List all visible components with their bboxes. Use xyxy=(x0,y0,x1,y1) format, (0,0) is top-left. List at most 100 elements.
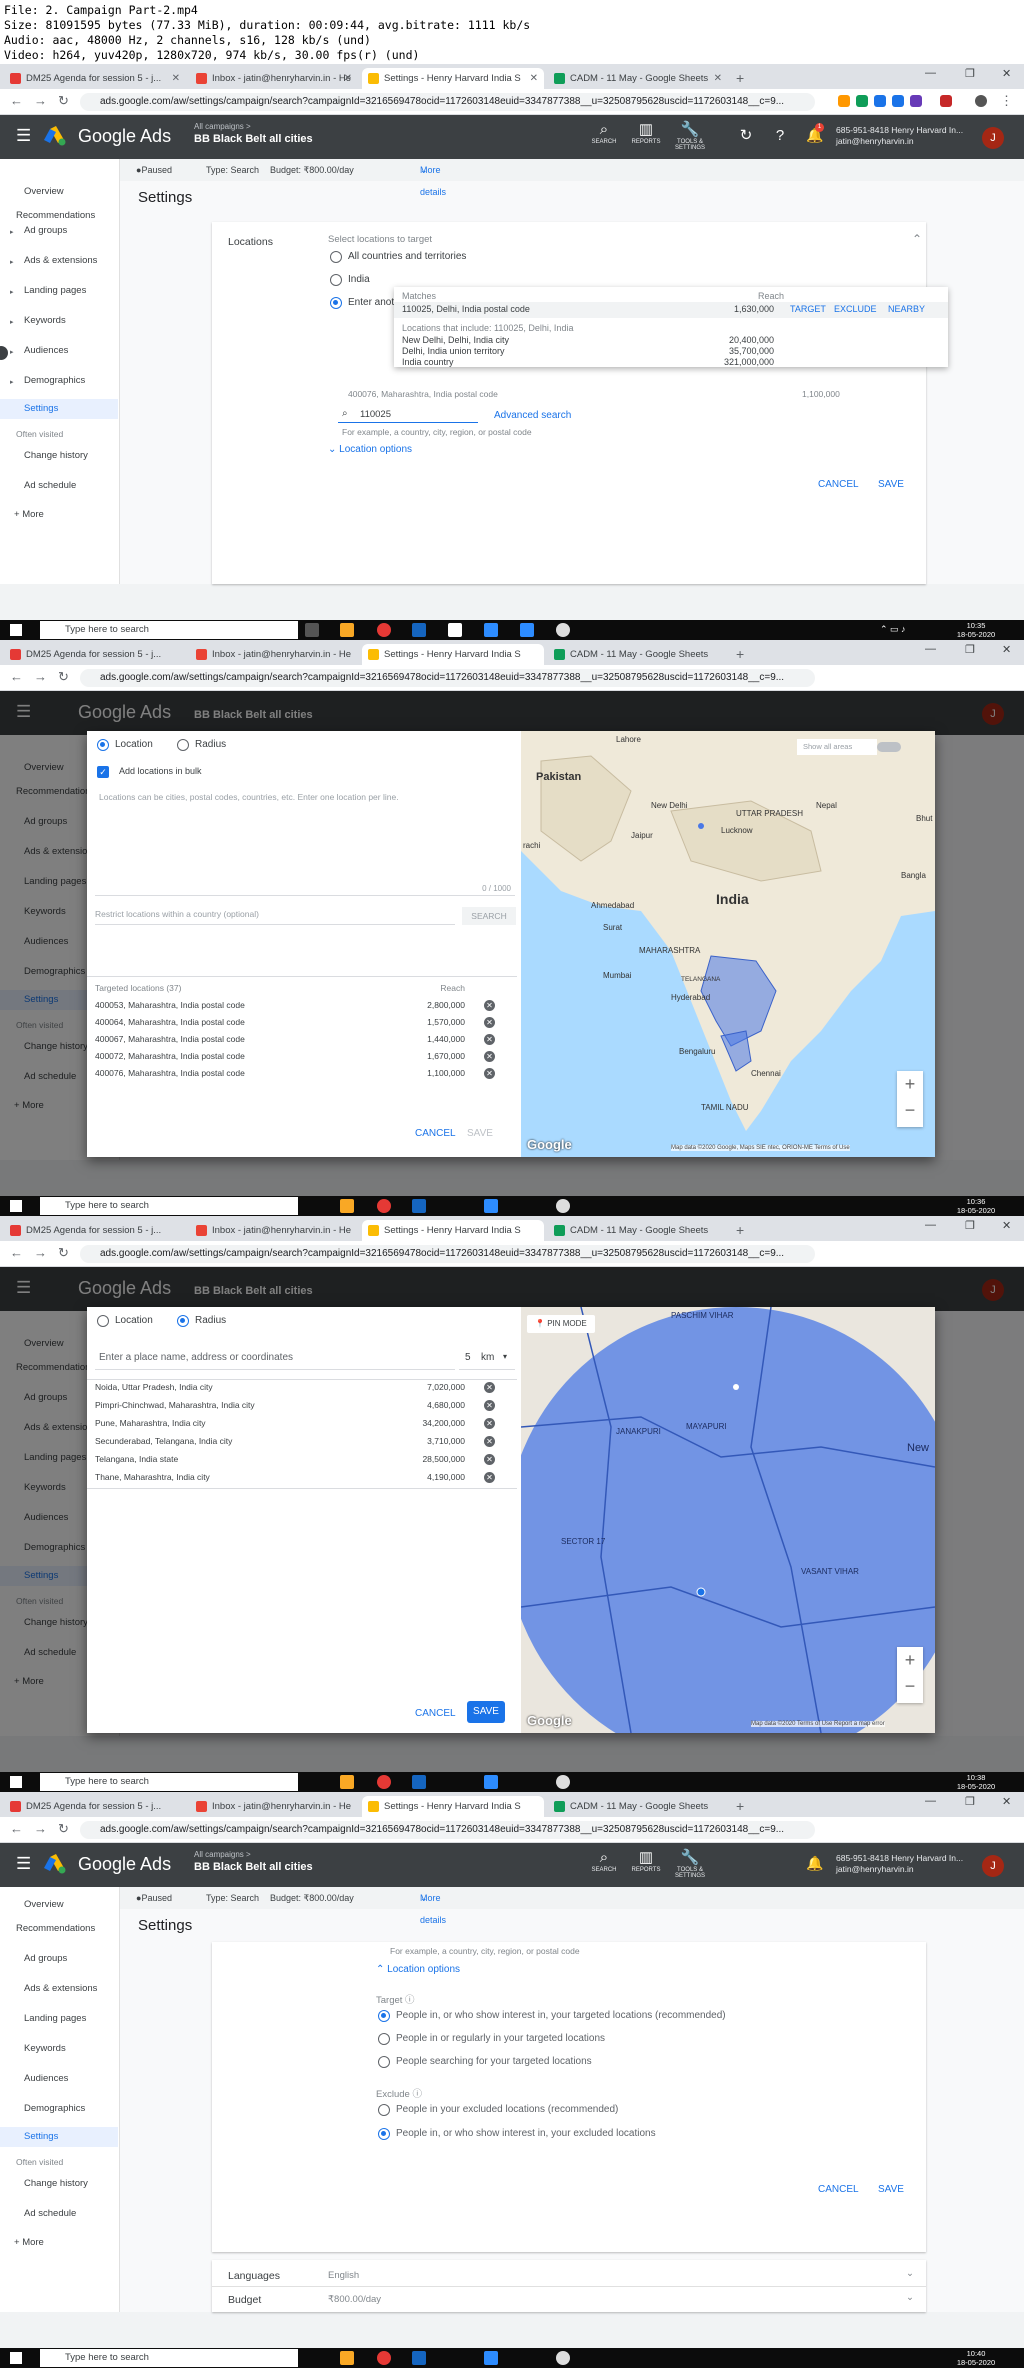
bulk-checkbox[interactable]: ✓ xyxy=(97,766,109,778)
minimize-icon[interactable]: — xyxy=(925,67,936,79)
maximize-icon[interactable]: ❐ xyxy=(965,643,975,656)
advanced-search-link[interactable]: Advanced search xyxy=(494,410,571,421)
new-tab-button[interactable]: + xyxy=(736,68,744,89)
window-close-icon[interactable]: ✕ xyxy=(1002,67,1011,80)
radio-all-countries[interactable] xyxy=(330,251,342,263)
save-button[interactable]: SAVE xyxy=(467,1701,505,1723)
remove-icon[interactable]: ✕ xyxy=(484,1382,495,1393)
file-explorer-icon[interactable] xyxy=(340,623,354,637)
gear-icon[interactable] xyxy=(556,1199,570,1213)
extension-icon[interactable] xyxy=(910,95,922,107)
new-tab-button[interactable]: + xyxy=(736,1220,744,1241)
tools-settings-button[interactable]: 🔧 TOOLS & SETTINGS xyxy=(672,1849,708,1879)
radio-target-searching[interactable] xyxy=(378,2056,390,2068)
include-row[interactable]: India country xyxy=(402,357,454,367)
window-close-icon[interactable]: ✕ xyxy=(1002,1219,1011,1232)
close-icon[interactable]: ✕ xyxy=(172,68,180,89)
windows-start-icon[interactable] xyxy=(10,2352,22,2364)
browser-tab[interactable]: Inbox - jatin@henryharvin.in - He xyxy=(190,644,358,665)
word-icon[interactable] xyxy=(412,623,426,637)
sidebar-item-audiences[interactable]: Audiences xyxy=(24,2073,68,2084)
show-areas-toggle[interactable] xyxy=(877,742,901,752)
browser-tab[interactable]: DM25 Agenda for session 5 - j... xyxy=(4,1220,186,1241)
maximize-icon[interactable]: ❐ xyxy=(965,1219,975,1232)
sidebar-more[interactable]: + More xyxy=(14,509,44,520)
extension-icon[interactable] xyxy=(856,95,868,107)
remove-icon[interactable]: ✕ xyxy=(484,1436,495,1447)
system-tray-icons[interactable]: ⌃ ▭ ♪ xyxy=(880,624,906,635)
sidebar-item-landing-pages[interactable]: Landing pages xyxy=(24,285,86,296)
location-options-toggle[interactable]: ⌄ Location options xyxy=(328,444,412,455)
avatar[interactable]: J xyxy=(982,127,1004,149)
save-button[interactable]: SAVE xyxy=(878,479,904,490)
file-explorer-icon[interactable] xyxy=(340,1775,354,1789)
windows-start-icon[interactable] xyxy=(10,624,22,636)
breadcrumb[interactable]: All campaigns > xyxy=(194,122,251,131)
reload-icon[interactable]: ↻ xyxy=(58,93,69,109)
back-icon[interactable]: ← xyxy=(10,1821,23,1836)
save-button[interactable]: SAVE xyxy=(467,1128,493,1139)
search-tool-button[interactable]: ⌕ SEARCH xyxy=(586,121,622,145)
sidebar-item-change-history[interactable]: Change history xyxy=(24,2178,88,2189)
remove-icon[interactable]: ✕ xyxy=(484,1472,495,1483)
more-vert-icon[interactable]: ⋮ xyxy=(1000,93,1013,109)
help-icon[interactable]: ⓘ xyxy=(405,1995,415,2006)
map-view[interactable]: Lahore Pakistan New Delhi UTTAR PRADESH … xyxy=(521,731,935,1157)
languages-value[interactable]: English xyxy=(328,2270,359,2281)
exclude-button[interactable]: EXCLUDE xyxy=(834,304,877,314)
word-icon[interactable] xyxy=(412,1775,426,1789)
breadcrumb[interactable]: All campaigns > xyxy=(194,1850,251,1859)
zoom-controls[interactable]: + − xyxy=(897,1071,923,1127)
target-button[interactable]: TARGET xyxy=(790,304,826,314)
cancel-button[interactable]: CANCEL xyxy=(415,1128,456,1139)
close-icon[interactable]: ✕ xyxy=(714,68,722,89)
cancel-button[interactable]: CANCEL xyxy=(818,2184,859,2195)
url-field[interactable]: ads.google.com/aw/settings/campaign/sear… xyxy=(80,93,815,111)
forward-icon[interactable]: → xyxy=(34,669,47,684)
app-icon[interactable] xyxy=(448,623,462,637)
map-view[interactable]: PASCHIM VIHAR JANAKPURI MAYAPURI SECTOR … xyxy=(521,1307,935,1733)
taskbar-search[interactable]: Type here to search xyxy=(40,1197,298,1215)
zoom-icon[interactable] xyxy=(484,623,498,637)
close-icon[interactable]: ✕ xyxy=(530,68,538,89)
sidebar-item-ad-schedule[interactable]: Ad schedule xyxy=(24,480,76,491)
restrict-country-input[interactable]: Restrict locations within a country (opt… xyxy=(95,909,455,925)
sidebar-item-settings[interactable]: Settings xyxy=(0,2127,118,2147)
profile-icon[interactable] xyxy=(975,95,987,107)
url-field[interactable]: ads.google.com/aw/settings/campaign/sear… xyxy=(80,1821,815,1839)
chrome-icon[interactable] xyxy=(377,2351,391,2365)
forward-icon[interactable]: → xyxy=(34,1245,47,1260)
taskbar-search[interactable]: Type here to search xyxy=(40,621,298,639)
sidebar-item-ad-schedule[interactable]: Ad schedule xyxy=(24,2208,76,2219)
location-search-input[interactable]: ⌕ 110025 xyxy=(338,407,478,423)
sidebar-item-overview[interactable]: Overview xyxy=(24,1899,64,1910)
radio-location[interactable] xyxy=(97,1315,109,1327)
remove-icon[interactable]: ✕ xyxy=(484,1400,495,1411)
sidebar-item-ads-extensions[interactable]: Ads & extensions xyxy=(24,1983,97,1994)
back-icon[interactable]: ← xyxy=(10,1245,23,1260)
chrome-icon[interactable] xyxy=(377,623,391,637)
url-field[interactable]: ads.google.com/aw/settings/campaign/sear… xyxy=(80,1245,815,1263)
refresh-button[interactable]: ↻ xyxy=(728,127,764,145)
new-tab-button[interactable]: + xyxy=(736,644,744,665)
cancel-button[interactable]: CANCEL xyxy=(415,1708,456,1719)
forward-icon[interactable]: → xyxy=(34,1821,47,1836)
chevron-down-icon[interactable]: ⌄ xyxy=(906,2292,914,2303)
sidebar-item-audiences[interactable]: Audiences xyxy=(24,345,68,356)
url-field[interactable]: ads.google.com/aw/settings/campaign/sear… xyxy=(80,669,815,687)
more-details-link[interactable]: More details ⌄ xyxy=(420,159,446,197)
sidebar-item-landing-pages[interactable]: Landing pages xyxy=(24,2013,86,2024)
taskbar-search[interactable]: Type here to search xyxy=(40,1773,298,1791)
sidebar-item-keywords[interactable]: Keywords xyxy=(24,315,66,326)
reports-tool-button[interactable]: ▥ REPORTS xyxy=(628,121,664,145)
account-info[interactable]: 685-951-8418 Henry Harvard In... jatin@he… xyxy=(836,1853,963,1875)
zoom-icon[interactable] xyxy=(484,1199,498,1213)
maximize-icon[interactable]: ❐ xyxy=(965,67,975,80)
save-button[interactable]: SAVE xyxy=(878,2184,904,2195)
remove-icon[interactable]: ✕ xyxy=(484,1068,495,1079)
extension-icon[interactable] xyxy=(892,95,904,107)
sidebar-item-keywords[interactable]: Keywords xyxy=(24,2043,66,2054)
include-row[interactable]: New Delhi, Delhi, India city xyxy=(402,335,509,345)
menu-icon[interactable]: ☰ xyxy=(16,126,31,146)
task-view-icon[interactable] xyxy=(305,623,319,637)
